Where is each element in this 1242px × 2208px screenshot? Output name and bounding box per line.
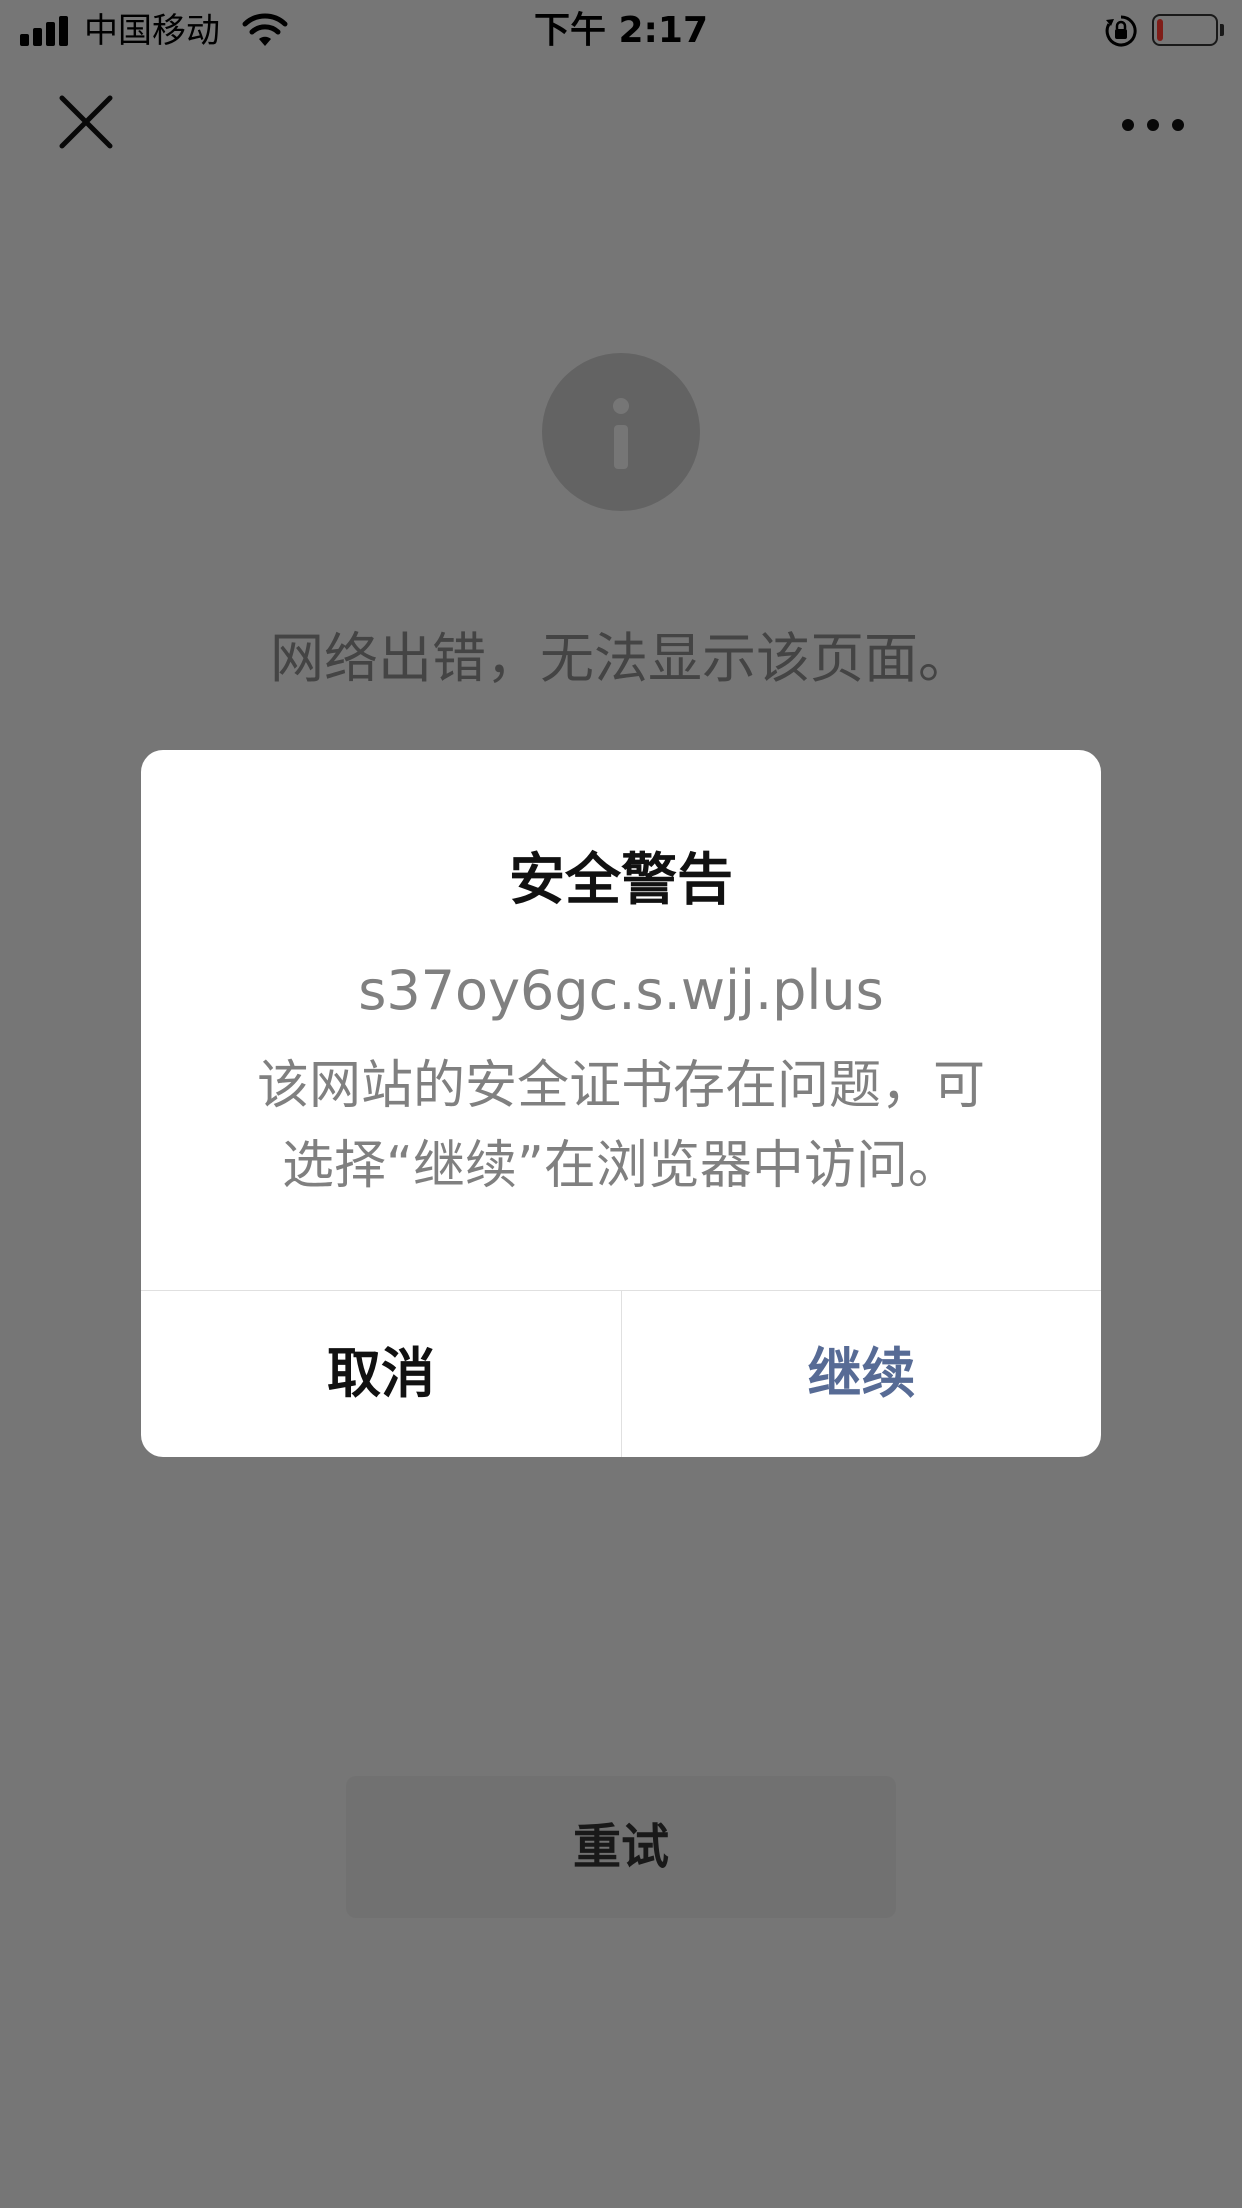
cancel-button[interactable]: 取消 — [141, 1291, 621, 1457]
dialog-message-line-2: 选择“继续”在浏览器中访问。 — [282, 1136, 960, 1196]
dialog-message-line-1: 该网站的安全证书存在问题，可 — [256, 1056, 985, 1116]
security-warning-dialog: 安全警告 s37oy6gc.s.wjj.plus 该网站的安全证书存在问题，可 … — [141, 750, 1101, 1457]
dialog-url: s37oy6gc.s.wjj.plus — [358, 959, 884, 1022]
dialog-title: 安全警告 — [509, 848, 733, 913]
dialog-message: 该网站的安全证书存在问题，可 选择“继续”在浏览器中访问。 — [211, 1046, 1031, 1206]
continue-button[interactable]: 继续 — [622, 1291, 1101, 1457]
